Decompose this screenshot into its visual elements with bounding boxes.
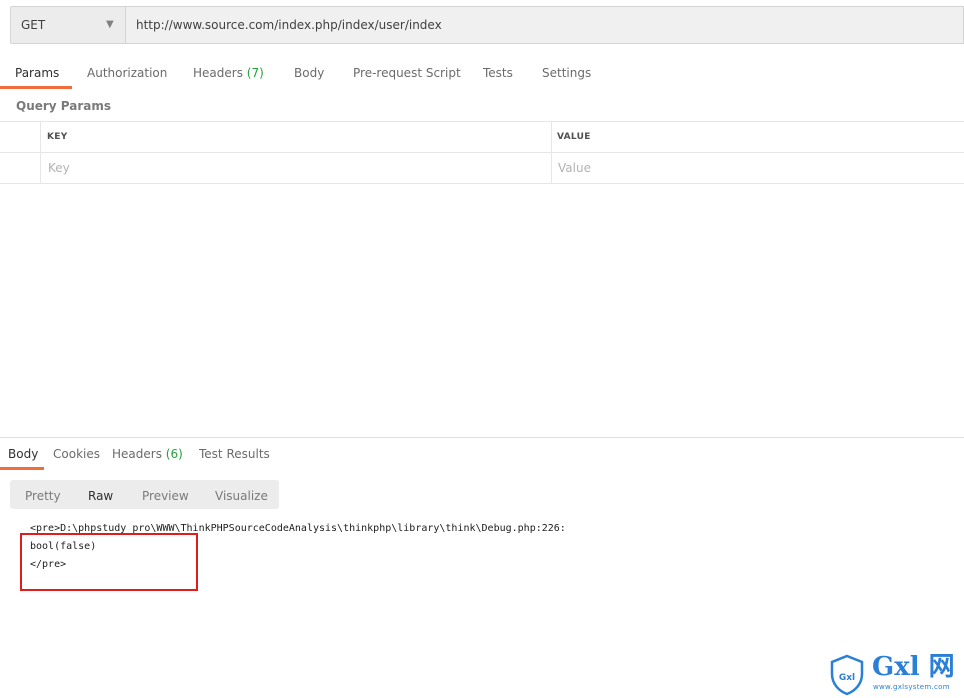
highlight-annotation bbox=[20, 533, 198, 591]
table-col-divider bbox=[551, 121, 552, 183]
response-tab-headers[interactable]: Headers (6) bbox=[112, 447, 183, 461]
headers-count-badge: (7) bbox=[246, 66, 264, 80]
shield-logo-text: Gxl bbox=[839, 673, 855, 683]
column-header-value: VALUE bbox=[557, 132, 591, 142]
response-tab-cookies[interactable]: Cookies bbox=[53, 447, 100, 461]
tab-authorization[interactable]: Authorization bbox=[87, 66, 167, 80]
response-tab-test-results[interactable]: Test Results bbox=[199, 447, 270, 461]
table-border-bottom bbox=[0, 183, 964, 184]
value-input[interactable]: Value bbox=[558, 161, 591, 175]
tab-settings[interactable]: Settings bbox=[542, 66, 591, 80]
active-tab-indicator bbox=[0, 86, 72, 89]
method-select[interactable]: GET ▼ bbox=[10, 6, 125, 44]
response-tab-headers-label: Headers bbox=[112, 447, 162, 461]
watermark-title: Gxl 网 bbox=[872, 652, 955, 682]
url-input[interactable]: http://www.source.com/index.php/index/us… bbox=[125, 6, 964, 44]
table-border-top bbox=[0, 121, 964, 122]
query-params-label: Query Params bbox=[16, 99, 112, 113]
tab-params[interactable]: Params bbox=[15, 66, 59, 80]
tab-tests[interactable]: Tests bbox=[483, 66, 513, 80]
table-row-divider bbox=[0, 152, 964, 153]
format-visualize-button[interactable]: Visualize bbox=[215, 489, 268, 503]
chevron-down-icon: ▼ bbox=[106, 19, 114, 30]
key-input[interactable]: Key bbox=[48, 161, 70, 175]
method-label: GET bbox=[21, 18, 46, 32]
response-divider bbox=[0, 437, 964, 438]
format-pretty-button[interactable]: Pretty bbox=[25, 489, 61, 503]
url-text: http://www.source.com/index.php/index/us… bbox=[136, 18, 442, 32]
response-tab-body[interactable]: Body bbox=[8, 447, 38, 461]
shield-logo-icon: Gxl bbox=[830, 654, 864, 696]
format-raw-button[interactable]: Raw bbox=[88, 489, 113, 503]
tab-pre-request-script[interactable]: Pre-request Script bbox=[353, 66, 461, 80]
tab-headers-label: Headers bbox=[193, 66, 243, 80]
column-header-key: KEY bbox=[47, 132, 68, 142]
tab-body[interactable]: Body bbox=[294, 66, 324, 80]
table-col-divider bbox=[40, 121, 41, 183]
tab-headers[interactable]: Headers (7) bbox=[193, 66, 264, 80]
format-preview-button[interactable]: Preview bbox=[142, 489, 189, 503]
watermark-url: www.gxlsystem.com bbox=[873, 683, 950, 691]
response-headers-count-badge: (6) bbox=[165, 447, 183, 461]
response-active-tab-indicator bbox=[0, 467, 44, 470]
